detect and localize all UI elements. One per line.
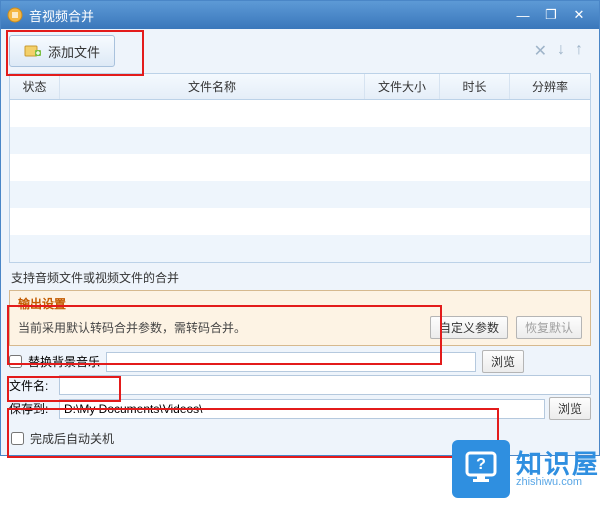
toolbar-right: ✕ ↓ ↑ [534,41,591,61]
support-note: 支持音频文件或视频文件的合并 [1,263,599,288]
app-icon [7,7,23,23]
saveto-browse-button[interactable]: 浏览 [549,397,591,420]
svg-text:?: ? [476,456,486,473]
add-file-button[interactable]: 添加文件 [9,35,115,67]
move-down-icon[interactable]: ↓ [557,41,565,61]
restore-default-button: 恢复默认 [516,316,582,339]
filename-input[interactable] [59,375,591,395]
table-row[interactable] [10,208,590,235]
output-section: 输出设置 当前采用默认转码合并参数，需转码合并。 自定义参数 恢复默认 [9,290,591,346]
filename-label: 文件名: [9,377,55,394]
grid-body[interactable] [10,100,590,262]
col-status[interactable]: 状态 [10,74,60,99]
col-name[interactable]: 文件名称 [60,74,365,99]
col-duration[interactable]: 时长 [440,74,510,99]
custom-params-button[interactable]: 自定义参数 [430,316,508,339]
col-size[interactable]: 文件大小 [365,74,440,99]
auto-shutdown-checkbox[interactable] [11,432,24,445]
minimize-button[interactable]: — [509,5,537,25]
auto-shutdown-label: 完成后自动关机 [30,430,114,447]
bgm-browse-button[interactable]: 浏览 [482,350,524,373]
toolbar: 添加文件 ✕ ↓ ↑ [1,29,599,73]
bgm-row: 替换背景音乐 浏览 [9,350,591,373]
table-row[interactable] [10,127,590,154]
bgm-checkbox[interactable] [9,355,22,368]
watermark-icon: ? [452,440,510,498]
table-row[interactable] [10,154,590,181]
table-row[interactable] [10,235,590,262]
titlebar: 音视频合并 — ❐ ✕ [1,1,599,29]
app-window: 音视频合并 — ❐ ✕ 添加文件 ✕ ↓ ↑ 状态 文件名称 文件大小 时长 分… [0,0,600,456]
add-file-icon [24,42,42,60]
grid-header: 状态 文件名称 文件大小 时长 分辨率 [10,74,590,100]
table-row[interactable] [10,100,590,127]
add-file-label: 添加文件 [48,42,100,61]
watermark-cn: 知识屋 [516,451,600,477]
filename-row: 文件名: [9,375,591,395]
output-note: 当前采用默认转码合并参数，需转码合并。 [18,319,422,336]
col-resolution[interactable]: 分辨率 [510,74,590,99]
watermark: ? 知识屋 zhishiwu.com [452,440,600,498]
saveto-input[interactable] [59,399,545,419]
output-title: 输出设置 [18,295,582,312]
table-row[interactable] [10,181,590,208]
window-title: 音视频合并 [29,6,94,25]
file-grid: 状态 文件名称 文件大小 时长 分辨率 [9,73,591,263]
restore-button[interactable]: ❐ [537,5,565,25]
bgm-path-input[interactable] [106,352,476,372]
bgm-label: 替换背景音乐 [28,353,100,370]
close-button[interactable]: ✕ [565,5,593,25]
saveto-row: 保存到: 浏览 [9,397,591,420]
saveto-label: 保存到: [9,400,55,417]
clear-icon[interactable]: ✕ [534,41,547,61]
move-up-icon[interactable]: ↑ [575,41,583,61]
